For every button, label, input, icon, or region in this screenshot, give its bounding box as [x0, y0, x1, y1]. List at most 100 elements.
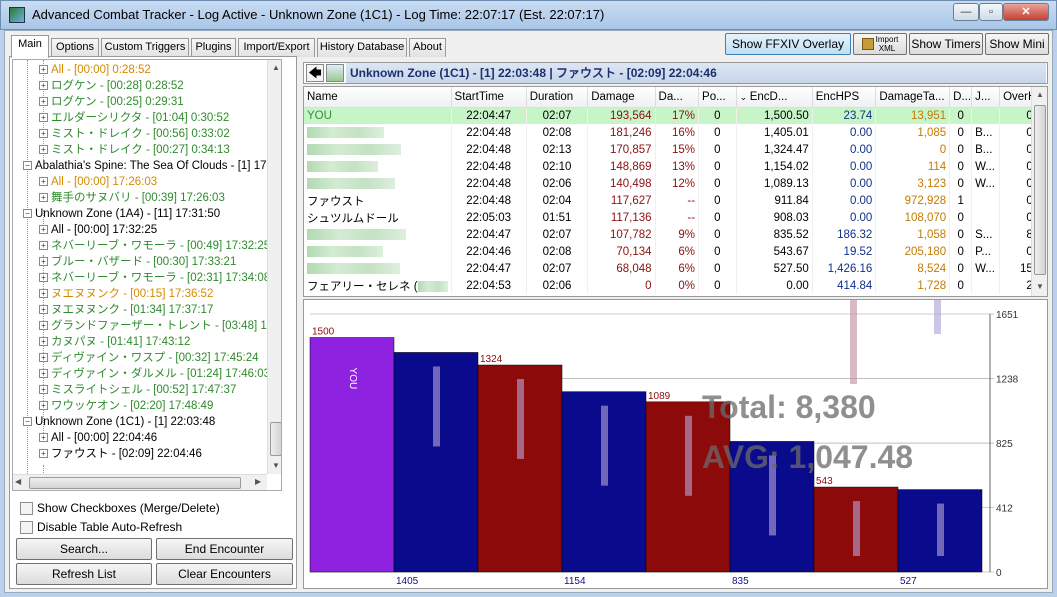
tree-expand-plus-icon[interactable]: +	[39, 177, 48, 187]
show-timers-button[interactable]: Show Timers	[909, 33, 983, 55]
scroll-thumb[interactable]	[1034, 105, 1046, 275]
show-checkboxes-checkbox[interactable]	[20, 502, 33, 516]
tree-item[interactable]: + ログケン - [00:25] 0:29:31	[39, 94, 184, 110]
tree-expand-plus-icon[interactable]: +	[39, 321, 48, 331]
table-row[interactable]: 22:04:48 02:08 181,246 16% 0 1,405.01 0.00 1,08…	[304, 124, 1047, 141]
tree-item[interactable]: + All - [00:00] 0:28:52	[39, 62, 151, 78]
tree-expand-plus-icon[interactable]: +	[39, 113, 48, 123]
column-header-name[interactable]: Name	[304, 87, 452, 108]
tree-item[interactable]: + ワウッケオン - [02:20] 17:48:49	[39, 398, 213, 414]
tree-collapse-minus-icon[interactable]: −	[23, 209, 32, 219]
tree-expand-plus-icon[interactable]: +	[39, 81, 48, 91]
table-row[interactable]: シュツルムドール 22:05:03 01:51 117,136 -- 0 908.03 0.0…	[304, 209, 1047, 226]
tree-expand-plus-icon[interactable]: +	[39, 433, 48, 443]
scroll-thumb[interactable]	[29, 477, 241, 489]
tree-collapse-minus-icon[interactable]: −	[23, 417, 32, 427]
scroll-right-icon[interactable]: ▶	[255, 475, 261, 489]
tree-expand-plus-icon[interactable]: +	[39, 401, 48, 411]
column-header-deaths[interactable]: D...	[949, 87, 973, 108]
tree-item[interactable]: + All - [00:00] 17:26:03	[39, 174, 157, 190]
tree-vertical-scrollbar[interactable]: ▲ ▼	[267, 60, 281, 474]
table-row[interactable]: ファウスト 22:04:48 02:04 117,627 -- 0 911.84 0.00 97…	[304, 192, 1047, 209]
scroll-down-icon[interactable]: ▼	[1032, 279, 1047, 295]
maximize-button[interactable]: ▫	[979, 3, 1003, 21]
tab-history-database[interactable]: History Database	[317, 38, 407, 57]
close-button[interactable]: ✕	[1003, 3, 1049, 21]
end-encounter-button[interactable]: End Encounter	[156, 538, 293, 560]
column-header-starttime[interactable]: StartTime	[451, 87, 527, 108]
column-header-power[interactable]: Po...	[698, 87, 737, 108]
tree-expand-plus-icon[interactable]: +	[39, 337, 48, 347]
column-header-encdps[interactable]: ⌄ EncD...	[736, 87, 813, 108]
column-header-job[interactable]: J...	[971, 87, 1001, 108]
tree-item[interactable]: − Unknown Zone (1C1) - [1] 22:03:48	[23, 414, 215, 430]
tree-expand-plus-icon[interactable]: +	[39, 289, 48, 299]
tree-item[interactable]: + ネバーリーブ・ワモーラ - [00:49] 17:32:25	[39, 238, 270, 254]
refresh-list-button[interactable]: Refresh List	[16, 563, 152, 585]
tree-item[interactable]: + ミスト・ドレイク - [00:27] 0:34:13	[39, 142, 230, 158]
table-row[interactable]: フェアリー・セレネ (22:04:53 02:06 0 0% 0 0.00 414.84 1,…	[304, 277, 1047, 294]
tree-item[interactable]: + 舞手のサヌバリ - [00:39] 17:26:03	[39, 190, 225, 206]
scroll-up-icon[interactable]: ▲	[1032, 87, 1047, 103]
tree-expand-plus-icon[interactable]: +	[39, 225, 48, 235]
tree-item[interactable]: + カヌパヌ - [01:41] 17:43:12	[39, 334, 190, 350]
table-row[interactable]: 22:04:48 02:13 170,857 15% 0 1,324.47 0.00 0 0 B.…	[304, 141, 1047, 158]
tree-expand-plus-icon[interactable]: +	[39, 305, 48, 315]
tree-item[interactable]: + ログケン - [00:28] 0:28:52	[39, 78, 184, 94]
tree-expand-plus-icon[interactable]: +	[39, 65, 48, 75]
table-row[interactable]: 22:04:48 02:10 148,869 13% 0 1,154.02 0.00 114 0…	[304, 158, 1047, 175]
disable-refresh-checkbox[interactable]	[20, 521, 33, 535]
tree-expand-plus-icon[interactable]: +	[39, 129, 48, 139]
table-row[interactable]: YOU 22:04:47 02:07 193,564 17% 0 1,500.50 23.74…	[304, 107, 1047, 124]
tree-item[interactable]: + グランドファーザー・トレント - [03:48] 17:39:09	[39, 318, 281, 334]
minimize-button[interactable]: —	[953, 3, 979, 21]
tree-item[interactable]: + ブルー・バザード - [00:30] 17:33:21	[39, 254, 236, 270]
import-xml-button[interactable]: Import XML	[853, 33, 907, 55]
tree-item[interactable]: + ファウスト - [02:09] 22:04:46	[39, 446, 202, 462]
tree-item[interactable]: + All - [00:00] 17:32:25	[39, 222, 157, 238]
show-checkboxes-option[interactable]: Show Checkboxes (Merge/Delete)	[20, 501, 220, 517]
table-row[interactable]: 22:04:46 02:08 70,134 6% 0 543.67 19.52 205,180…	[304, 243, 1047, 260]
column-header-duration[interactable]: Duration	[526, 87, 589, 108]
tree-expand-plus-icon[interactable]: +	[39, 369, 48, 379]
tree-expand-plus-icon[interactable]: +	[39, 241, 48, 251]
table-vertical-scrollbar[interactable]: ▲ ▼	[1031, 87, 1047, 296]
tree-item[interactable]: + ミスライトシェル - [00:52] 17:47:37	[39, 382, 236, 398]
column-header-damage-percent[interactable]: Da...	[655, 87, 700, 108]
column-header-damage-taken[interactable]: DamageTa...	[875, 87, 951, 108]
tree-expand-plus-icon[interactable]: +	[39, 385, 48, 395]
tree-expand-plus-icon[interactable]: +	[39, 449, 48, 459]
tree-item[interactable]: + ヌエヌヌンク - [01:34] 17:37:17	[39, 302, 213, 318]
tree-expand-plus-icon[interactable]: +	[39, 273, 48, 283]
column-header-enchps[interactable]: EncHPS	[812, 87, 877, 108]
tree-item[interactable]: + ディヴァイン・ダルメル - [01:24] 17:46:03	[39, 366, 270, 382]
scroll-left-icon[interactable]: ◀	[15, 475, 21, 489]
clear-encounters-button[interactable]: Clear Encounters	[156, 563, 293, 585]
tree-item[interactable]: + ネバーリーブ・ワモーラ - [02:31] 17:34:08	[39, 270, 270, 286]
table-row[interactable]: 22:04:47 02:07 68,048 6% 0 527.50 1,426.16 8,52…	[304, 260, 1047, 277]
picture-icon[interactable]	[326, 64, 344, 82]
tab-options[interactable]: Options	[51, 38, 99, 57]
encounter-tree[interactable]: + All - [00:00] 0:28:52 + ログケン - [00:28] 0:…	[12, 59, 282, 491]
show-mini-button[interactable]: Show Mini	[985, 33, 1049, 55]
tab-about[interactable]: About	[409, 38, 446, 57]
show-ffxiv-overlay-button[interactable]: Show FFXIV Overlay	[725, 33, 851, 55]
tab-custom-triggers[interactable]: Custom Triggers	[101, 38, 189, 57]
search-button[interactable]: Search...	[16, 538, 152, 560]
tree-expand-plus-icon[interactable]: +	[39, 353, 48, 363]
disable-refresh-option[interactable]: Disable Table Auto-Refresh	[20, 520, 182, 536]
tab-main[interactable]: Main	[11, 35, 49, 58]
table-row[interactable]: 22:04:47 02:07 107,782 9% 0 835.52 186.32 1,058…	[304, 226, 1047, 243]
tree-item[interactable]: + ヌエヌヌンク - [00:15] 17:36:52	[39, 286, 213, 302]
tree-expand-plus-icon[interactable]: +	[39, 145, 48, 155]
tree-expand-plus-icon[interactable]: +	[39, 97, 48, 107]
tree-item[interactable]: + ディヴァイン・ワスプ - [00:32] 17:45:24	[39, 350, 259, 366]
tree-item[interactable]: + エルダーシリクタ - [01:04] 0:30:52	[39, 110, 229, 126]
tree-collapse-minus-icon[interactable]: −	[23, 161, 32, 171]
combatant-table[interactable]: Name StartTime Duration Damage Da... Po.…	[303, 86, 1048, 297]
scroll-thumb[interactable]	[270, 422, 281, 456]
tree-item[interactable]: − Unknown Zone (1A4) - [11] 17:31:50	[23, 206, 220, 222]
tree-expand-plus-icon[interactable]: +	[39, 193, 48, 203]
tree-horizontal-scrollbar[interactable]: ◀ ▶	[13, 474, 267, 490]
tree-item[interactable]: + ミスト・ドレイク - [00:56] 0:33:02	[39, 126, 230, 142]
